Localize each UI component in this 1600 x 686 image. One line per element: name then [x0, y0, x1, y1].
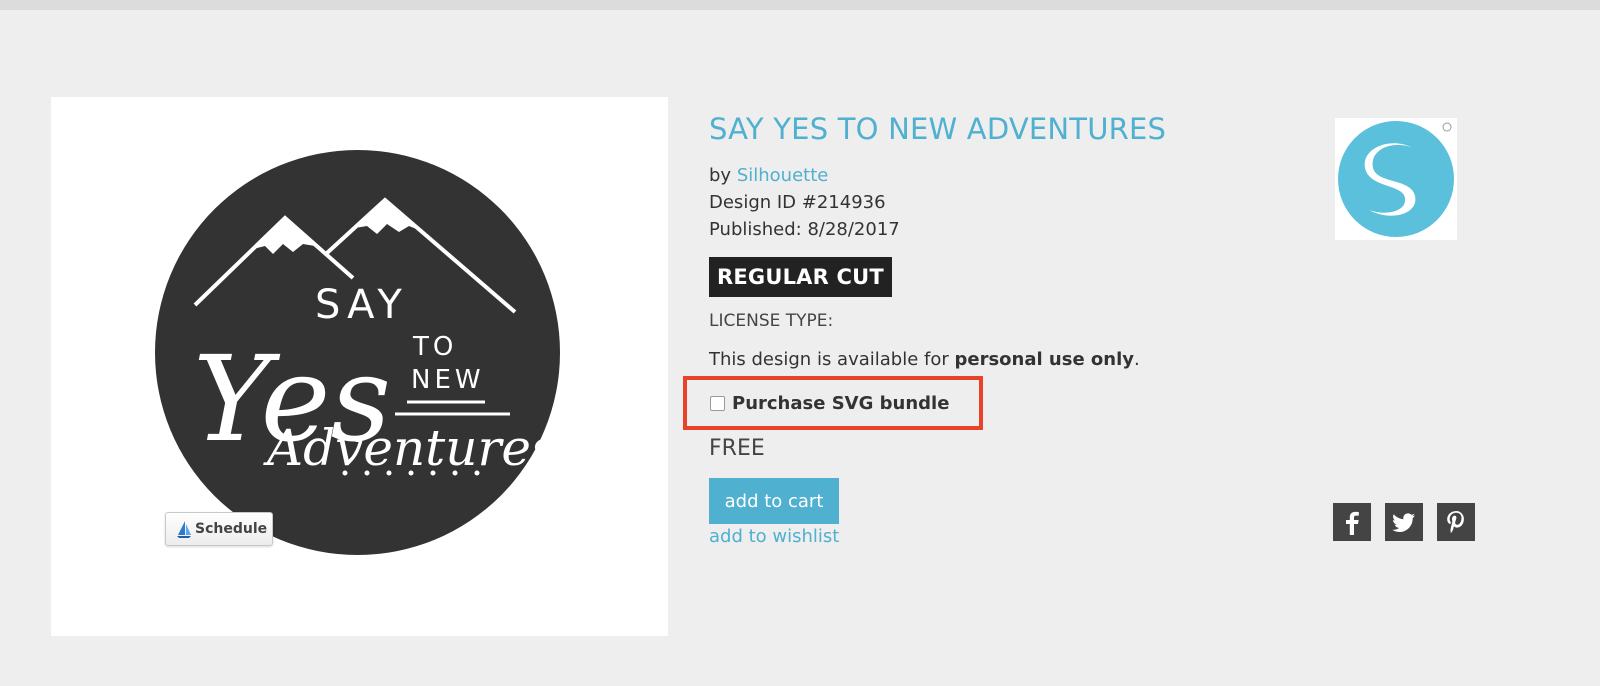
price: FREE [709, 436, 765, 461]
add-to-cart-button[interactable]: add to cart [709, 478, 839, 524]
art-adventures-text: Adventures [263, 419, 557, 477]
schedule-sail-icon [177, 521, 191, 538]
license-bold: personal use only [954, 349, 1135, 370]
author-link[interactable]: Silhouette [737, 165, 829, 186]
by-prefix: by [709, 165, 732, 186]
social-share [1333, 503, 1475, 541]
art-new-text: NEW [411, 365, 485, 395]
cut-type-badge: REGULAR CUT [709, 257, 892, 297]
design-image-panel: SAY Yes TO NEW Adventures Schedule [51, 97, 668, 636]
pinterest-share-button[interactable] [1437, 503, 1475, 541]
top-bar [0, 0, 1600, 10]
silhouette-s-icon [1335, 118, 1457, 240]
facebook-share-button[interactable] [1333, 503, 1371, 541]
art-to-text: TO [412, 332, 457, 362]
svg-bundle-label[interactable]: Purchase SVG bundle [732, 393, 949, 414]
design-details: SAY YES TO NEW ADVENTURES by Silhouette … [709, 110, 1269, 372]
schedule-button[interactable]: Schedule [165, 512, 273, 546]
svg-bundle-checkbox[interactable] [710, 396, 725, 411]
published-date: Published: 8/28/2017 [709, 219, 900, 240]
license-prefix: This design is available for [709, 349, 955, 370]
design-title: SAY YES TO NEW ADVENTURES [709, 112, 1167, 146]
author-line: by Silhouette [709, 162, 1269, 189]
svg-bundle-option[interactable]: Purchase SVG bundle [710, 393, 949, 414]
twitter-share-button[interactable] [1385, 503, 1423, 541]
pinterest-icon [1447, 511, 1464, 533]
facebook-icon [1346, 511, 1359, 535]
design-id: Design ID #214936 [709, 192, 886, 213]
license-suffix: . [1134, 349, 1140, 370]
twitter-icon [1392, 513, 1415, 532]
license-description: This design is available for personal us… [709, 348, 1269, 372]
design-artwork: SAY Yes TO NEW Adventures [155, 150, 560, 555]
art-say-text: SAY [315, 282, 408, 328]
schedule-button-label: Schedule [195, 521, 268, 537]
add-to-wishlist-link[interactable]: add to wishlist [709, 526, 839, 547]
license-type-label: LICENSE TYPE: [709, 311, 834, 331]
silhouette-logo [1335, 118, 1457, 240]
